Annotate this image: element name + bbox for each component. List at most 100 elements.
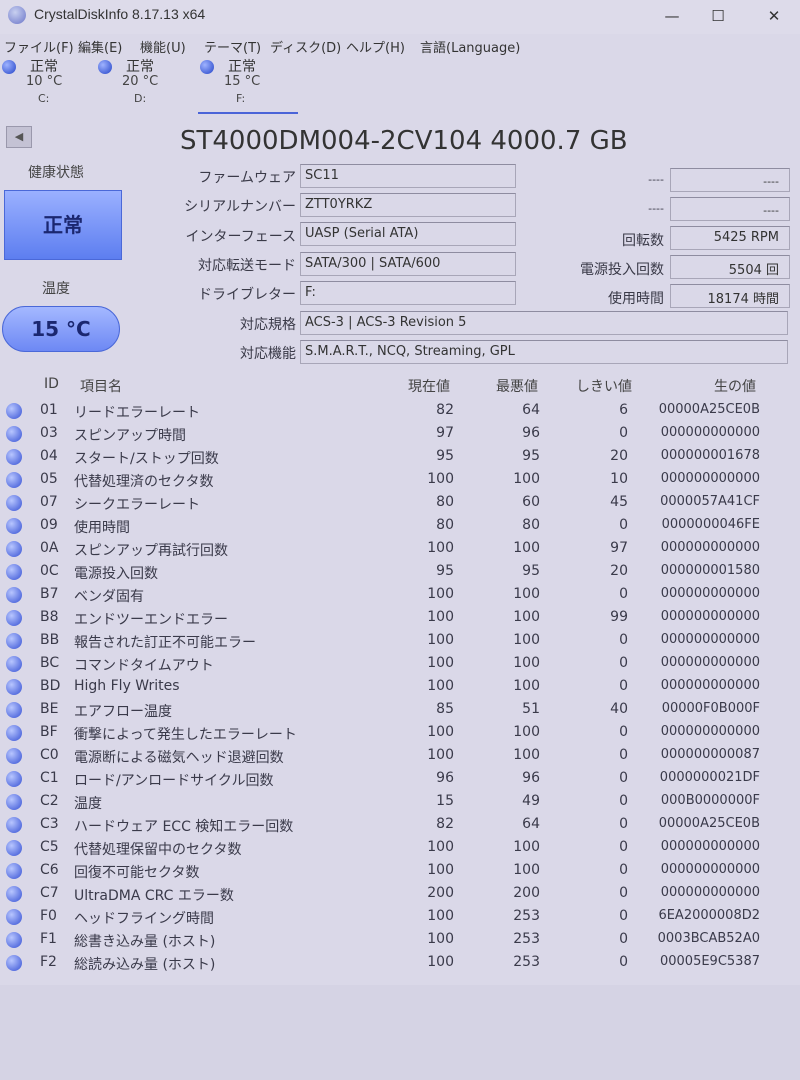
- table-row[interactable]: 0A スピンアップ再試行回数 100 100 97 000000000000: [0, 538, 800, 561]
- health-status-button[interactable]: 正常: [4, 190, 122, 260]
- table-row[interactable]: C3 ハードウェア ECC 検知エラー回数 82 64 0 00000A25CE0B: [0, 814, 800, 837]
- current-value: 97: [436, 425, 454, 441]
- attribute-id: 04: [40, 448, 58, 464]
- menu-language[interactable]: 言語(Language): [420, 37, 520, 56]
- column-header-raw[interactable]: 生の値: [714, 376, 756, 396]
- features-label: 対応機能: [240, 346, 296, 362]
- attribute-id: 0A: [40, 540, 59, 556]
- attribute-id: 03: [40, 425, 58, 441]
- table-row[interactable]: 03 スピンアップ時間 97 96 0 000000000000: [0, 423, 800, 446]
- table-row[interactable]: BE エアフロー温度 85 51 40 00000F0B000F: [0, 699, 800, 722]
- selected-drive-indicator: [198, 112, 298, 114]
- column-header-id[interactable]: ID: [44, 376, 59, 392]
- attribute-id: C1: [40, 770, 59, 786]
- table-row[interactable]: 09 使用時間 80 80 0 0000000046FE: [0, 515, 800, 538]
- worst-value: 253: [513, 954, 540, 970]
- status-good-icon: [6, 909, 22, 925]
- table-row[interactable]: B7 ベンダ固有 100 100 0 000000000000: [0, 584, 800, 607]
- raw-value: 000000000000: [660, 425, 760, 440]
- attribute-id: 09: [40, 517, 58, 533]
- table-row[interactable]: 04 スタート/ストップ回数 95 95 20 000000001678: [0, 446, 800, 469]
- raw-value: 00000F0B000F: [661, 701, 760, 716]
- attribute-id: BE: [40, 701, 59, 717]
- unknown-field-1-label: ----: [648, 173, 664, 186]
- unknown-field-2-label: ----: [648, 202, 664, 215]
- column-header-worst[interactable]: 最悪値: [496, 376, 538, 396]
- attribute-name: コマンドタイムアウト: [74, 658, 214, 674]
- table-row[interactable]: C0 電源断による磁気ヘッド退避回数 100 100 0 000000000087: [0, 745, 800, 768]
- raw-value: 0000000021DF: [659, 770, 760, 785]
- previous-drive-button[interactable]: ◀: [6, 126, 32, 148]
- drive-tab-c[interactable]: 正常 10 °C C:: [2, 56, 92, 114]
- worst-value: 96: [522, 770, 540, 786]
- table-row[interactable]: C6 回復不可能セクタ数 100 100 0 000000000000: [0, 860, 800, 883]
- menu-help[interactable]: ヘルプ(H): [346, 37, 405, 56]
- status-good-icon: [6, 794, 22, 810]
- close-button[interactable]: ✕: [754, 4, 794, 28]
- threshold-value: 0: [619, 931, 628, 947]
- table-row[interactable]: C7 UltraDMA CRC エラー数 200 200 0 000000000000: [0, 883, 800, 906]
- threshold-value: 20: [610, 448, 628, 464]
- table-row[interactable]: 07 シークエラーレート 80 60 45 0000057A41CF: [0, 492, 800, 515]
- worst-value: 100: [513, 586, 540, 602]
- status-good-icon: [6, 449, 22, 465]
- threshold-value: 0: [619, 770, 628, 786]
- worst-value: 51: [522, 701, 540, 717]
- attribute-name: スタート/ストップ回数: [74, 451, 219, 467]
- attribute-name: 報告された訂正不可能エラー: [74, 635, 256, 651]
- threshold-value: 0: [619, 678, 628, 694]
- status-good-icon: [6, 817, 22, 833]
- column-header-name[interactable]: 項目名: [80, 376, 122, 396]
- raw-value: 00005E9C5387: [659, 954, 760, 969]
- table-row[interactable]: C1 ロード/アンロードサイクル回数 96 96 0 0000000021DF: [0, 768, 800, 791]
- menu-file[interactable]: ファイル(F): [4, 37, 74, 56]
- raw-value: 000000000000: [660, 724, 760, 739]
- drive-tab-d[interactable]: 正常 20 °C D:: [98, 56, 188, 114]
- maximize-button[interactable]: ☐: [698, 4, 738, 28]
- status-good-icon: [200, 60, 214, 74]
- table-row[interactable]: C2 温度 15 49 0 000B0000000F: [0, 791, 800, 814]
- drive-tab-f[interactable]: 正常 15 °C F:: [200, 56, 290, 114]
- current-value: 100: [427, 655, 454, 671]
- status-good-icon: [6, 564, 22, 580]
- current-value: 100: [427, 586, 454, 602]
- attribute-name: 電源投入回数: [74, 566, 158, 582]
- table-row[interactable]: BF 衝撃によって発生したエラーレート 100 100 0 000000000000: [0, 722, 800, 745]
- transfer-mode-value: SATA/300 | SATA/600: [300, 252, 516, 276]
- table-row[interactable]: BD High Fly Writes 100 100 0 000000000000: [0, 676, 800, 699]
- attribute-id: 0C: [40, 563, 59, 579]
- table-row[interactable]: F0 ヘッドフライング時間 100 253 0 6EA2000008D2: [0, 906, 800, 929]
- table-row[interactable]: 0C 電源投入回数 95 95 20 000000001580: [0, 561, 800, 584]
- threshold-value: 0: [619, 816, 628, 832]
- raw-value: 000000000000: [660, 678, 760, 693]
- table-row[interactable]: 05 代替処理済のセクタ数 100 100 10 000000000000: [0, 469, 800, 492]
- menu-edit[interactable]: 編集(E): [78, 37, 122, 56]
- status-good-icon: [6, 679, 22, 695]
- current-value: 80: [436, 517, 454, 533]
- minimize-button[interactable]: —: [652, 4, 692, 28]
- raw-value: 000000000000: [660, 609, 760, 624]
- status-good-icon: [6, 955, 22, 971]
- raw-value: 000000000000: [660, 839, 760, 854]
- column-header-threshold[interactable]: しきい値: [576, 376, 632, 396]
- menu-function[interactable]: 機能(U): [140, 37, 186, 56]
- menu-theme[interactable]: テーマ(T): [204, 37, 261, 56]
- column-header-current[interactable]: 現在値: [408, 376, 450, 396]
- table-row[interactable]: C5 代替処理保留中のセクタ数 100 100 0 000000000000: [0, 837, 800, 860]
- current-value: 15: [436, 793, 454, 809]
- table-row[interactable]: B8 エンドツーエンドエラー 100 100 99 000000000000: [0, 607, 800, 630]
- threshold-value: 0: [619, 793, 628, 809]
- table-row[interactable]: BC コマンドタイムアウト 100 100 0 000000000000: [0, 653, 800, 676]
- table-row[interactable]: 01 リードエラーレート 82 64 6 00000A25CE0B: [0, 400, 800, 423]
- status-good-icon: [6, 748, 22, 764]
- table-row[interactable]: F1 総書き込み量 (ホスト) 100 253 0 0003BCAB52A0: [0, 929, 800, 952]
- menu-disk[interactable]: ディスク(D): [270, 37, 341, 56]
- table-row[interactable]: BB 報告された訂正不可能エラー 100 100 0 000000000000: [0, 630, 800, 653]
- status-good-icon: [6, 610, 22, 626]
- attribute-id: F0: [40, 908, 57, 924]
- table-row[interactable]: F2 総読み込み量 (ホスト) 100 253 0 00005E9C5387: [0, 952, 800, 975]
- smart-attributes-table: ID 項目名 現在値 最悪値 しきい値 生の値 01 リードエラーレート 82 64 6…: [0, 370, 800, 980]
- serial-value: ZTT0YRKZ: [300, 193, 516, 217]
- attribute-name: 電源断による磁気ヘッド退避回数: [74, 750, 284, 766]
- temperature-button[interactable]: 15 °C: [2, 306, 120, 352]
